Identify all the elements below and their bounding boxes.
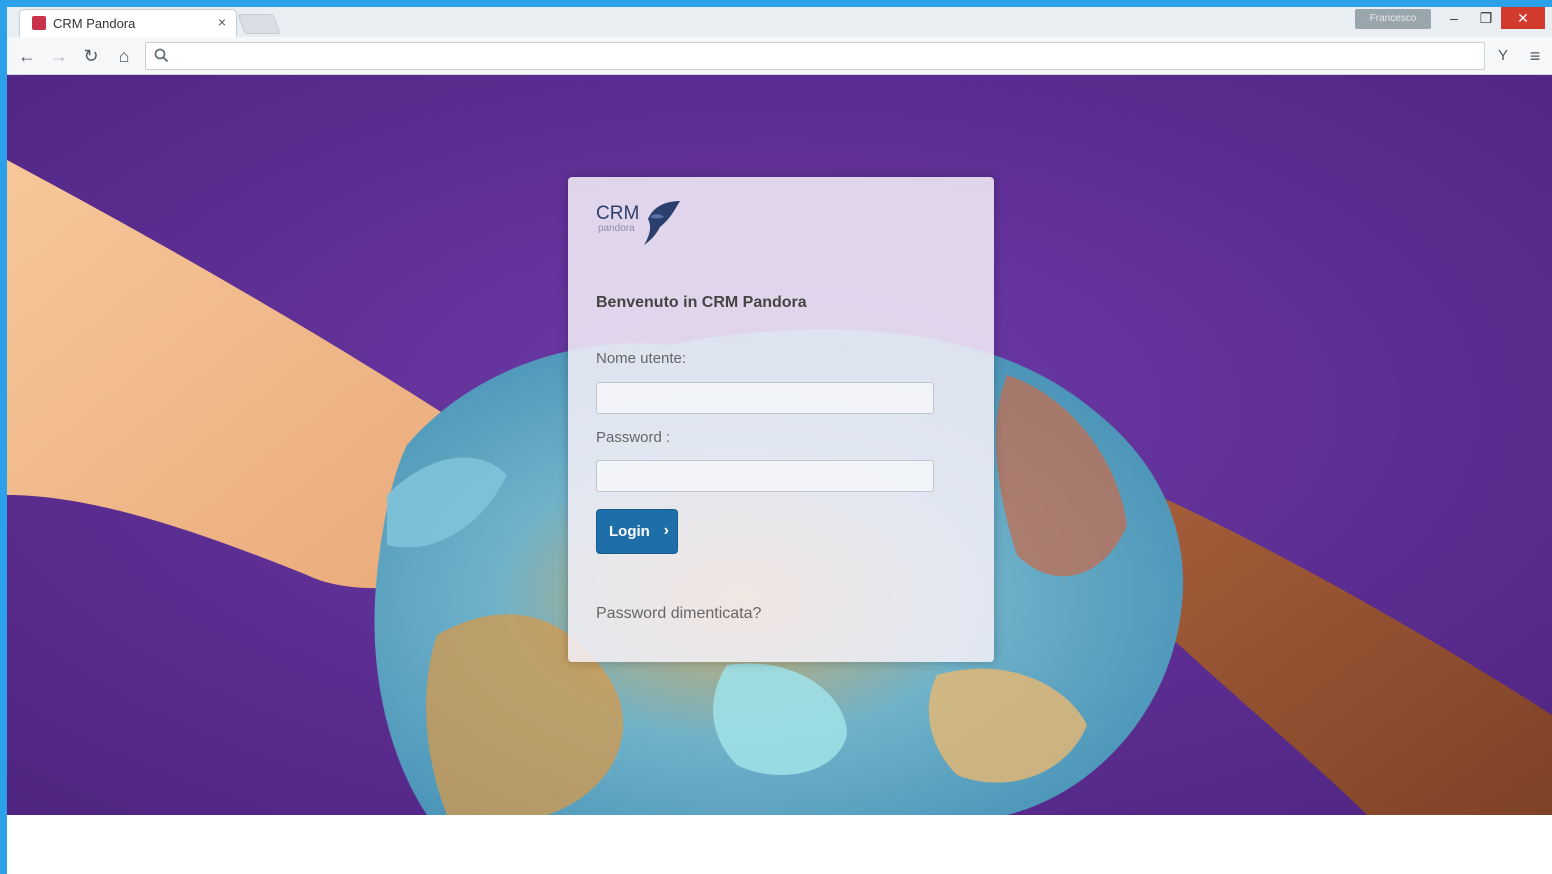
crm-pandora-logo: CRM pandora	[596, 201, 680, 245]
maximize-button[interactable]: ❐	[1469, 7, 1503, 29]
browser-window: CRM Pandora × Francesco – ❐ ✕ ← → ↻ ⌂ Y …	[7, 7, 1552, 874]
address-bar[interactable]	[145, 42, 1485, 70]
tab-close-icon[interactable]: ×	[214, 14, 230, 30]
password-label: Password :	[596, 429, 671, 446]
forgot-password-link[interactable]: Password dimenticata?	[596, 605, 761, 623]
chevron-right-icon: ›	[663, 522, 669, 539]
search-icon	[154, 48, 169, 63]
password-input[interactable]	[596, 460, 934, 492]
home-icon[interactable]: ⌂	[112, 44, 136, 68]
forward-arrow-icon[interactable]: →	[47, 44, 71, 68]
back-arrow-icon[interactable]: ←	[15, 44, 39, 68]
login-button[interactable]: Login ›	[596, 509, 678, 554]
new-tab-button[interactable]	[237, 14, 281, 34]
username-label: Nome utente:	[596, 350, 687, 367]
menu-icon[interactable]: ≡	[1523, 44, 1547, 68]
profile-badge[interactable]: Francesco	[1355, 9, 1431, 29]
close-window-button[interactable]: ✕	[1501, 7, 1545, 29]
page-footer-area	[7, 815, 1552, 874]
reload-icon[interactable]: ↻	[79, 44, 103, 68]
svg-text:pandora: pandora	[598, 223, 635, 234]
favicon-icon	[32, 16, 46, 30]
extension-icon[interactable]: Y	[1491, 44, 1515, 68]
tab-crm-pandora[interactable]: CRM Pandora ×	[19, 9, 237, 37]
tab-title: CRM Pandora	[53, 16, 136, 31]
username-input[interactable]	[596, 382, 934, 414]
login-button-label: Login	[609, 523, 650, 540]
svg-text:CRM: CRM	[596, 203, 639, 224]
browser-toolbar: ← → ↻ ⌂ Y ≡	[7, 37, 1552, 75]
minimize-button[interactable]: –	[1437, 7, 1471, 29]
login-card: CRM pandora Benvenuto in CRM Pandora Nom…	[568, 177, 994, 662]
tab-strip: CRM Pandora × Francesco – ❐ ✕	[7, 7, 1552, 37]
page-viewport: CRM pandora Benvenuto in CRM Pandora Nom…	[7, 75, 1552, 815]
welcome-heading: Benvenuto in CRM Pandora	[596, 294, 807, 311]
